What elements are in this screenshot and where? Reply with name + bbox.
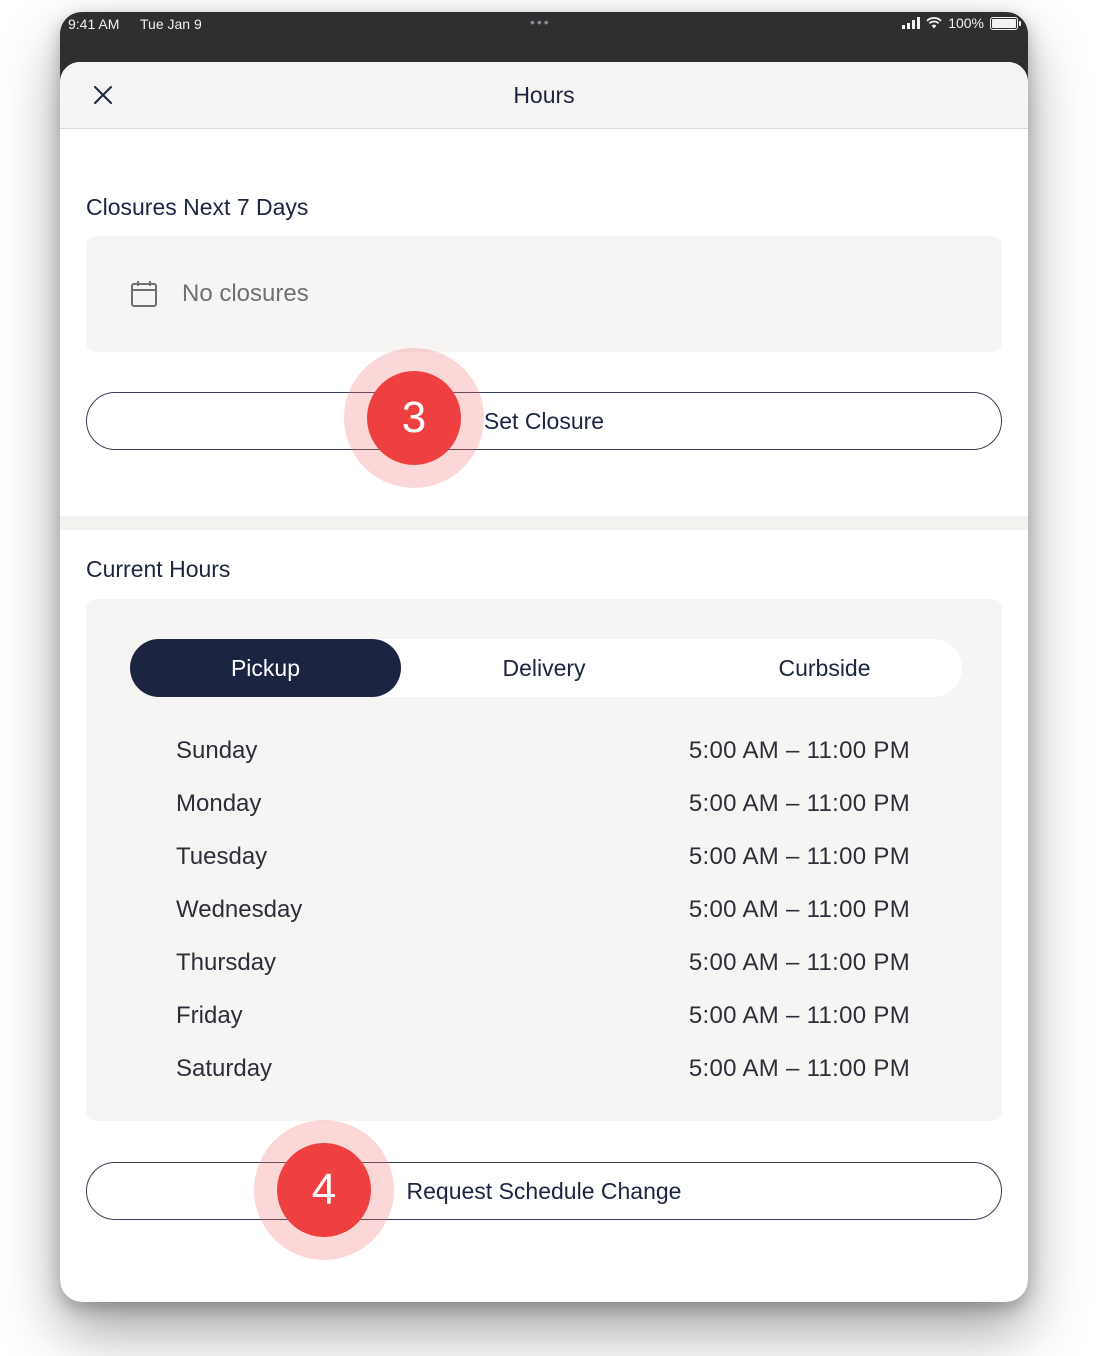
- step-number-3: 3: [367, 371, 461, 465]
- closures-panel: No closures: [86, 236, 1002, 352]
- day-label: Monday: [176, 790, 262, 817]
- request-schedule-change-button[interactable]: Request Schedule Change: [86, 1162, 1002, 1220]
- sheet-header: Hours: [60, 62, 1028, 129]
- battery-icon: [990, 16, 1021, 30]
- list-item: Thursday 5:00 AM – 11:00 PM: [176, 949, 910, 1002]
- hours-range: 5:00 AM – 11:00 PM: [688, 843, 910, 870]
- day-label: Friday: [176, 1002, 243, 1029]
- hours-range: 5:00 AM – 11:00 PM: [688, 1002, 910, 1029]
- hours-range: 5:00 AM – 11:00 PM: [688, 896, 910, 923]
- list-item: Wednesday 5:00 AM – 11:00 PM: [176, 896, 910, 949]
- no-closures-text: No closures: [182, 280, 309, 307]
- ipad-frame: 9:41 AM Tue Jan 9 ••• 100% Hours Closure…: [60, 12, 1028, 1302]
- status-time: 9:41 AM: [68, 16, 120, 32]
- request-schedule-change-label: Request Schedule Change: [406, 1177, 682, 1204]
- hours-list: Sunday 5:00 AM – 11:00 PM Monday 5:00 AM…: [176, 737, 910, 1108]
- step-callout-3: 3: [344, 348, 484, 488]
- step-callout-4: 4: [254, 1120, 394, 1260]
- tab-delivery[interactable]: Delivery: [401, 639, 687, 697]
- cellular-signal-icon: [902, 17, 921, 29]
- day-label: Sunday: [176, 737, 258, 764]
- list-item: Monday 5:00 AM – 11:00 PM: [176, 790, 910, 843]
- current-hours-label: Current Hours: [86, 556, 231, 582]
- hours-sheet: Hours Closures Next 7 Days No closures S…: [60, 62, 1028, 1302]
- step-number-4: 4: [277, 1143, 371, 1237]
- page-title: Hours: [513, 82, 575, 108]
- hours-range: 5:00 AM – 11:00 PM: [688, 1055, 910, 1082]
- hours-range: 5:00 AM – 11:00 PM: [688, 790, 910, 817]
- tab-curbside[interactable]: Curbside: [687, 639, 962, 697]
- status-indicators: 100%: [902, 15, 1021, 31]
- current-hours-panel: Pickup Delivery Curbside Sunday 5:00 AM …: [86, 599, 1002, 1121]
- section-divider: [60, 516, 1028, 530]
- set-closure-label: Set Closure: [483, 407, 605, 434]
- hours-range: 5:00 AM – 11:00 PM: [688, 949, 910, 976]
- list-item: Friday 5:00 AM – 11:00 PM: [176, 1002, 910, 1055]
- tab-pickup[interactable]: Pickup: [130, 639, 401, 697]
- multitasking-dots-icon[interactable]: •••: [530, 14, 551, 30]
- fulfillment-type-tabs: Pickup Delivery Curbside: [130, 639, 962, 697]
- set-closure-button[interactable]: Set Closure: [86, 392, 1002, 450]
- day-label: Tuesday: [176, 843, 268, 870]
- list-item: Sunday 5:00 AM – 11:00 PM: [176, 737, 910, 790]
- wifi-icon: [926, 17, 942, 29]
- day-label: Saturday: [176, 1055, 273, 1082]
- status-date: Tue Jan 9: [140, 16, 202, 32]
- hours-range: 5:00 AM – 11:00 PM: [688, 737, 910, 764]
- day-label: Wednesday: [176, 896, 303, 923]
- list-item: Saturday 5:00 AM – 11:00 PM: [176, 1055, 910, 1108]
- calendar-icon: [131, 281, 157, 307]
- status-bar: 9:41 AM Tue Jan 9 ••• 100%: [60, 12, 1028, 38]
- list-item: Tuesday 5:00 AM – 11:00 PM: [176, 843, 910, 896]
- battery-percent: 100%: [948, 15, 984, 31]
- day-label: Thursday: [176, 949, 277, 976]
- closures-section-label: Closures Next 7 Days: [86, 194, 309, 220]
